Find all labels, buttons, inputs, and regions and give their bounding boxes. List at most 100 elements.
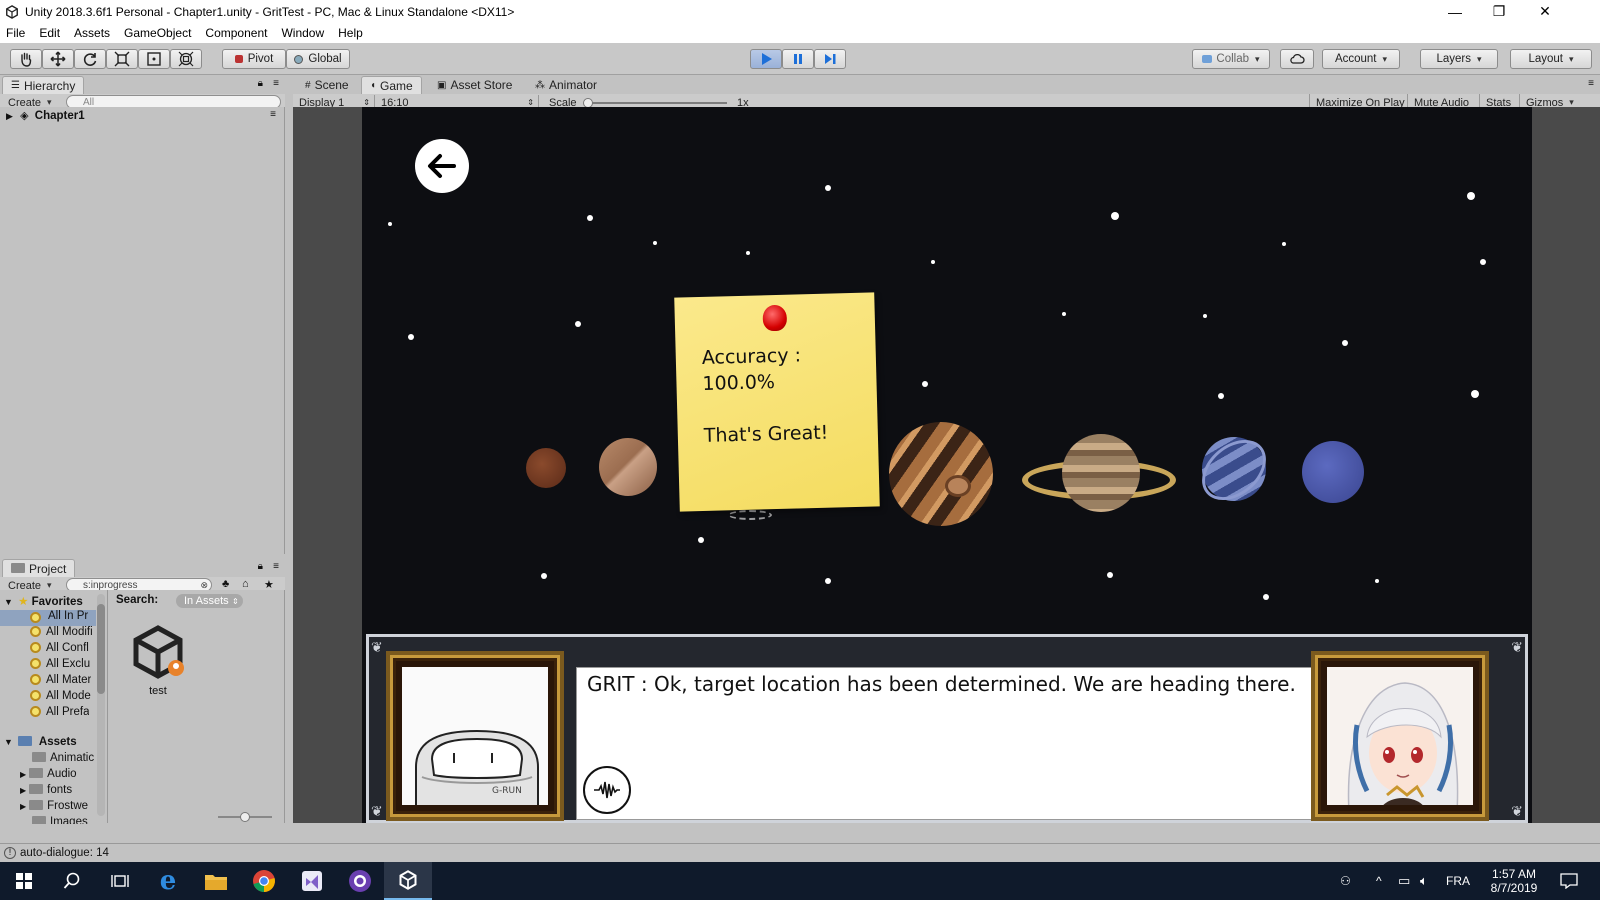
volume-icon[interactable]: 🔈︎ [1420, 862, 1428, 900]
search-taskbar-button[interactable] [48, 862, 96, 900]
menu-gameobject[interactable]: GameObject [124, 26, 191, 40]
unity-taskbar-button[interactable] [384, 862, 432, 900]
show-hidden-icons-button[interactable]: ^ [1376, 862, 1382, 900]
visual-studio-taskbar-button[interactable] [288, 862, 336, 900]
favorite-item[interactable]: All Modifi [30, 626, 93, 638]
filter-label-icon[interactable]: ⌂ [242, 578, 249, 590]
pivot-toggle[interactable]: Pivot [222, 49, 286, 69]
pause-button[interactable] [782, 49, 814, 69]
network-icon[interactable]: ▭ [1398, 862, 1410, 900]
play-button[interactable] [750, 49, 782, 69]
globe-icon [294, 54, 304, 64]
menu-edit[interactable]: Edit [39, 26, 60, 40]
notifications-button[interactable] [1560, 862, 1578, 900]
project-lock-icon[interactable]: 🔒︎ [258, 561, 263, 572]
panel-menu-icon[interactable]: ≡ [273, 78, 279, 89]
language-indicator[interactable]: FRA [1446, 862, 1470, 900]
transform-tool-button[interactable] [170, 49, 202, 69]
favorite-item[interactable]: All Prefa [30, 706, 89, 718]
collab-dropdown[interactable]: Collab [1192, 49, 1270, 69]
lock-icon[interactable]: 🔒︎ [258, 78, 263, 89]
view-menu-icon[interactable]: ≡ [1588, 78, 1594, 89]
tab-project[interactable]: Project [2, 559, 76, 577]
step-button[interactable] [814, 49, 846, 69]
asset-folder[interactable]: ▶ Frostwe [20, 800, 88, 812]
asset-folder[interactable]: Images [32, 816, 88, 824]
tab-hierarchy[interactable]: ☰ Hierarchy [2, 76, 85, 94]
layers-dropdown[interactable]: Layers [1420, 49, 1498, 69]
expand-arrow-icon[interactable]: ▶ [20, 786, 26, 795]
list-icon: ☰ [11, 80, 20, 91]
menu-assets[interactable]: Assets [74, 26, 110, 40]
rotate-tool-button[interactable] [74, 49, 106, 69]
maximize-button[interactable]: ❐ [1476, 0, 1522, 23]
robot-label: G-RUN [492, 786, 522, 796]
asset-folder-label: Audio [47, 768, 77, 780]
minimize-button[interactable]: — [1432, 0, 1478, 23]
back-button[interactable] [415, 139, 469, 193]
scrollbar-thumb[interactable] [97, 604, 105, 694]
start-button[interactable] [0, 862, 48, 900]
scale-tool-button[interactable] [106, 49, 138, 69]
game-view[interactable]: Accuracy : 100.0% That's Great! ❦ ❦ ❦ ❦ … [362, 107, 1532, 823]
clear-search-icon[interactable]: ⊗ [200, 580, 208, 591]
windows-logo-icon [16, 873, 32, 889]
menu-help[interactable]: Help [338, 26, 363, 40]
slider-handle[interactable] [240, 812, 250, 822]
people-icon[interactable]: ⚇ [1340, 862, 1351, 900]
hand-tool-button[interactable] [10, 49, 42, 69]
tab-scene[interactable]: # Scene [297, 76, 357, 94]
menu-file[interactable]: File [6, 26, 25, 40]
clock-date: 8/7/2019 [1490, 881, 1538, 895]
asset-folder[interactable]: ▶ fonts [20, 784, 72, 796]
edge-taskbar-button[interactable]: e [144, 862, 192, 900]
scale-slider[interactable] [583, 98, 727, 108]
favorite-item[interactable]: All Confl [30, 642, 89, 654]
close-button[interactable]: ✕ [1522, 0, 1568, 23]
tab-game[interactable]: ◖ Game [361, 76, 422, 94]
search-scope-dropdown[interactable]: In Assets ⇕ [176, 594, 243, 608]
asset-folder[interactable]: ▶ Audio [20, 768, 77, 780]
cloud-button[interactable] [1280, 49, 1314, 69]
animator-icon: ⁂ [535, 79, 545, 91]
layout-dropdown[interactable]: Layout [1510, 49, 1592, 69]
scene-menu-icon[interactable]: ≡ [270, 109, 276, 120]
global-toggle[interactable]: Global [286, 49, 350, 69]
favorite-item[interactable]: All In Pr [0, 610, 96, 626]
filter-type-icon[interactable]: ♣ [222, 578, 229, 590]
project-menu-icon[interactable]: ≡ [273, 561, 279, 572]
status-message[interactable]: auto-dialogue: 14 [20, 847, 109, 859]
assets-header[interactable]: ▼ Assets [4, 736, 77, 748]
move-tool-button[interactable] [42, 49, 74, 69]
favorite-item[interactable]: All Exclu [30, 658, 90, 670]
tree-scrollbar[interactable] [97, 594, 105, 816]
tab-asset-store[interactable]: ▣ Asset Store [429, 76, 520, 94]
explorer-taskbar-button[interactable] [192, 862, 240, 900]
character-image [1327, 667, 1473, 805]
task-view-button[interactable] [96, 862, 144, 900]
star [653, 241, 657, 245]
tab-animator[interactable]: ⁂ Animator [527, 76, 605, 94]
rect-tool-button[interactable] [138, 49, 170, 69]
asset-folder[interactable]: Animatic [32, 752, 94, 764]
expand-arrow-icon[interactable]: ▶ [20, 770, 26, 779]
expand-arrow-icon[interactable]: ▶ [20, 802, 26, 811]
asset-item-test[interactable]: test [128, 622, 188, 702]
account-dropdown[interactable]: Account [1322, 49, 1400, 69]
collapse-arrow-icon[interactable]: ▼ [4, 737, 13, 747]
favorite-item[interactable]: All Mater [30, 674, 91, 686]
voice-playback-button[interactable] [583, 766, 631, 814]
favorite-label: All Confl [46, 642, 89, 654]
favorites-header[interactable]: ▼ ★ Favorites [4, 594, 83, 608]
collapse-arrow-icon[interactable]: ▼ [4, 597, 13, 607]
icon-size-slider[interactable] [218, 812, 272, 822]
menu-window[interactable]: Window [281, 26, 324, 40]
favorite-item[interactable]: All Mode [30, 690, 91, 702]
clock[interactable]: 1:57 AM 8/7/2019 [1478, 862, 1550, 900]
expand-arrow-icon[interactable]: ▶ [6, 111, 13, 121]
asset-folder-label: Animatic [50, 752, 95, 764]
app-taskbar-button[interactable] [336, 862, 384, 900]
chrome-taskbar-button[interactable] [240, 862, 288, 900]
scene-item-chapter1[interactable]: ▶ ◈ Chapter1 [6, 109, 85, 122]
menu-component[interactable]: Component [205, 26, 267, 40]
